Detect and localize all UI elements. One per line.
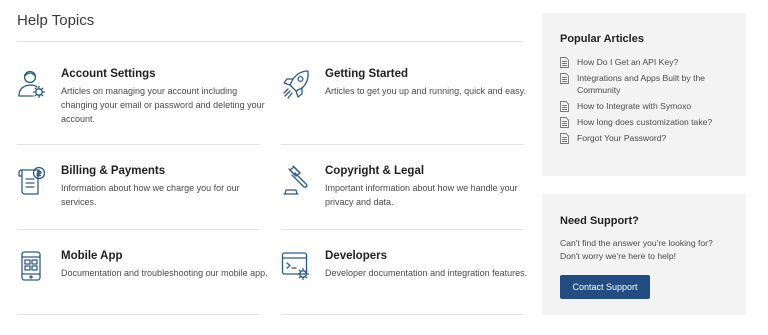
popular-article-label: How to Integrate with Symoxo — [577, 101, 692, 111]
popular-articles-list: How Do I Get an API Key? Integrations an… — [560, 56, 734, 144]
popular-article-link[interactable]: How to Integrate with Symoxo — [560, 100, 734, 112]
topic-title: Account Settings — [61, 68, 156, 80]
title-divider — [17, 41, 523, 42]
document-icon — [560, 101, 569, 112]
document-icon — [560, 73, 569, 84]
topic-divider — [281, 314, 524, 315]
topic-divider — [17, 229, 260, 230]
topic-divider — [17, 144, 260, 145]
popular-article-label: How long does customization take? — [577, 117, 713, 127]
support-title: Need Support? — [560, 215, 639, 227]
popular-articles-title: Popular Articles — [560, 33, 644, 45]
popular-article-link[interactable]: How Do I Get an API Key? — [560, 56, 734, 68]
rocket-icon — [281, 68, 311, 100]
popular-article-label: How Do I Get an API Key? — [577, 57, 679, 67]
popular-article-link[interactable]: Integrations and Apps Built by the Commu… — [560, 72, 734, 96]
topic-title: Mobile App — [61, 250, 123, 262]
page-title: Help Topics — [17, 12, 95, 29]
popular-article-link[interactable]: Forgot Your Password? — [560, 132, 734, 144]
popular-articles-card: Popular Articles How Do I Get an API Key… — [542, 13, 746, 176]
document-icon — [560, 57, 569, 68]
topic-divider — [281, 229, 524, 230]
topic-title: Getting Started — [325, 68, 409, 80]
user-settings-icon — [17, 68, 47, 100]
popular-article-label: Forgot Your Password? — [577, 133, 667, 143]
document-icon — [560, 117, 569, 128]
popular-article-link[interactable]: How long does customization take? — [560, 116, 734, 128]
topic-divider — [17, 314, 260, 315]
topic-description: Articles to get you up and running, quic… — [325, 86, 526, 96]
support-text: Can't find the answer you're looking for… — [560, 238, 713, 261]
topic-divider — [281, 144, 524, 145]
popular-article-label: Integrations and Apps Built by the Commu… — [577, 73, 706, 95]
mobile-app-icon — [17, 250, 47, 282]
contact-support-button[interactable]: Contact Support — [560, 275, 650, 299]
topic-description: Important information about how we handl… — [325, 183, 518, 207]
topic-description: Documentation and troubleshooting our mo… — [61, 268, 268, 278]
topic-description: Developer documentation and integration … — [325, 268, 528, 278]
developer-code-icon — [281, 250, 311, 282]
topic-title: Billing & Payments — [61, 165, 166, 177]
topic-description: Articles on managing your account includ… — [61, 86, 265, 124]
topic-title: Developers — [325, 250, 388, 262]
support-card: Need Support? Can't find the answer you'… — [542, 194, 746, 315]
gavel-icon — [281, 165, 311, 197]
document-icon — [560, 133, 569, 144]
topic-description: Information about how we charge you for … — [61, 183, 240, 207]
billing-receipt-icon — [17, 165, 47, 197]
topic-title: Copyright & Legal — [325, 165, 425, 177]
